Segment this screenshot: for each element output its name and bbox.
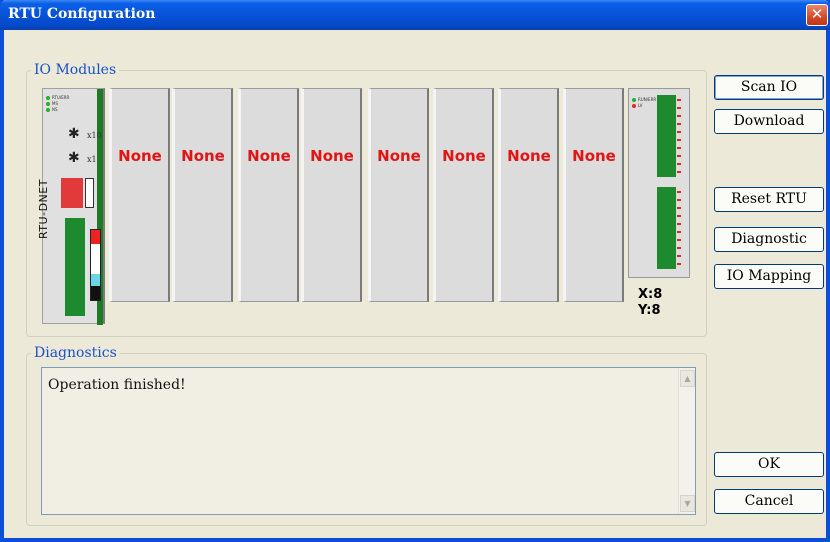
scroll-up-arrow-icon[interactable]: ▲ [680,370,695,387]
slot-status: None [377,147,421,165]
diagnostics-message: Operation finished! [48,377,186,393]
led-ns [46,108,50,112]
reset-rtu-button[interactable]: Reset RTU [714,187,824,212]
rotary-switch-icon[interactable]: ✱ [68,151,80,165]
terminal-block-top [657,95,676,177]
dip-switch[interactable] [61,178,83,208]
connector-stripe [90,229,101,301]
io-slot-2[interactable]: None [172,88,233,302]
led-lv [632,104,636,108]
scan-io-button[interactable]: Scan IO [714,75,824,100]
slot-status: None [442,147,486,165]
close-button[interactable]: ✕ [806,4,828,26]
rotary-switch-icon[interactable]: ✱ [68,127,80,141]
end-cap-module[interactable]: RUN/ERR LV [628,88,690,278]
led-label-run-err: RUN/ERR [638,97,657,102]
slot-status: None [247,147,291,165]
led-label-ms: MS [52,101,58,106]
slot-status: None [507,147,551,165]
io-slot-4[interactable]: None [301,88,362,302]
rtu-name-label: RTU-DNET [37,179,50,239]
ok-button[interactable]: OK [714,452,824,477]
rtu-configuration-window: RTU Configuration ✕ IO Modules RTU/ERR M… [0,0,830,542]
rotary-label-x1: x1 [87,155,97,164]
led-label-lv: LV [638,103,643,108]
scroll-down-arrow-icon[interactable]: ▼ [680,495,695,512]
terminal-block-bottom [657,187,676,269]
rtu-module[interactable]: RTU/ERR MS NS ✱ x10 ✱ x1 RTU-DNET [37,88,105,325]
io-slot-8[interactable]: None [563,88,624,302]
cancel-button[interactable]: Cancel [714,489,824,514]
led-ms [46,102,50,106]
slot-status: None [310,147,354,165]
io-rack: RTU/ERR MS NS ✱ x10 ✱ x1 RTU-DNET None N… [37,88,706,325]
slot-status: None [118,147,162,165]
io-slot-1[interactable]: None [109,88,170,302]
slot-status: None [181,147,225,165]
led-rtu-err [46,96,50,100]
y-count-label: Y:8 [638,303,661,318]
diagnostic-button[interactable]: Diagnostic [714,227,824,252]
window-title: RTU Configuration [8,6,156,22]
dip-switch-label-box [85,178,94,208]
io-slot-3[interactable]: None [238,88,299,302]
terminal-leds-top [677,99,681,173]
title-bar[interactable]: RTU Configuration ✕ [0,0,830,30]
led-label-rtu-err: RTU/ERR [52,95,70,100]
download-button[interactable]: Download [714,109,824,134]
diagnostics-legend: Diagnostics [34,345,117,361]
slot-status: None [572,147,616,165]
x-count-label: X:8 [638,287,663,302]
io-mapping-button[interactable]: IO Mapping [714,264,824,289]
diagnostics-textarea[interactable]: Operation finished! ▲ ▼ [41,367,696,515]
io-slot-6[interactable]: None [433,88,494,302]
connector-block [65,218,85,316]
led-run-err [632,98,636,102]
diagnostics-scrollbar[interactable]: ▲ ▼ [678,368,695,514]
led-label-ns: NS [52,107,58,112]
io-slot-5[interactable]: None [368,88,429,302]
io-modules-legend: IO Modules [34,62,117,78]
rotary-label-x10: x10 [87,131,102,140]
io-slot-7[interactable]: None [498,88,559,302]
terminal-leds-bottom [677,191,681,265]
